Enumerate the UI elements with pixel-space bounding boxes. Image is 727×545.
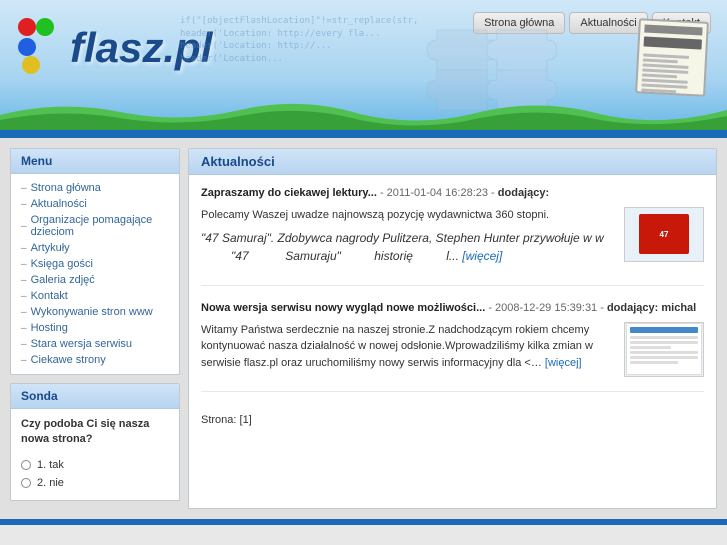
news-thumb-2	[624, 322, 704, 377]
news-with-thumb-1: Polecamy Waszej uwadze najnowszą pozycję…	[201, 207, 704, 272]
np-line	[643, 58, 678, 63]
news-meta-1: - 2011-01-04 16:28:23 -	[380, 187, 498, 199]
dot-green	[36, 18, 54, 36]
sidebar: Menu Strona główna Aktualności Organizac…	[10, 148, 180, 509]
content-area: Aktualności Zapraszamy do ciekawej lektu…	[188, 148, 717, 509]
pagination: Strona: [1]	[201, 406, 704, 426]
dot-yellow	[22, 56, 40, 74]
news-header-2: Nowa wersja serwisu nowy wygląd nowe moż…	[201, 300, 704, 317]
news-title-2: Nowa wersja serwisu nowy wygląd nowe moż…	[201, 302, 485, 314]
news-dodajacy-label-1: dodający:	[498, 187, 549, 199]
news-with-thumb-2: Witamy Państwa serdecznie na naszej stro…	[201, 322, 704, 378]
pagination-label: Strona:	[201, 414, 236, 426]
news-header-1: Zapraszamy do ciekawej lektury... - 2011…	[201, 185, 704, 202]
content-title: Aktualności	[189, 149, 716, 175]
blue-strip	[0, 130, 727, 138]
poll-option-yes[interactable]: 1. tak	[11, 456, 179, 474]
content-body: Zapraszamy do ciekawej lektury... - 2011…	[189, 175, 716, 436]
sidebar-menu: Strona główna Aktualności Organizacje po…	[11, 174, 179, 374]
logo-dots	[18, 18, 54, 78]
np-line	[641, 88, 676, 93]
news-quote-1: "47 Samuraj". Zdobywca nagrody Pulitzera…	[201, 229, 614, 265]
menu-item-guestbook[interactable]: Księga gości	[11, 256, 179, 272]
dot-blue	[18, 38, 36, 56]
dot-red	[18, 18, 36, 36]
poll-title: Sonda	[11, 384, 179, 409]
radio-yes[interactable]	[21, 460, 31, 470]
menu-box: Menu Strona główna Aktualności Organizac…	[10, 148, 180, 375]
news-item-2: Nowa wersja serwisu nowy wygląd nowe moż…	[201, 300, 704, 392]
news-wiecej-1[interactable]: [więcej]	[462, 249, 502, 263]
menu-item-articles[interactable]: Artykuły	[11, 240, 179, 256]
poll-question: Czy podoba Ci się nasza nowa strona?	[11, 409, 179, 456]
header-wave	[0, 100, 727, 130]
news-thumb-1: 47	[624, 207, 704, 262]
footer	[0, 519, 727, 525]
menu-item-hosting[interactable]: Hosting	[11, 320, 179, 336]
header: Strona główna Aktualności Kontakt flasz.…	[0, 0, 727, 130]
radio-no[interactable]	[21, 478, 31, 488]
news-item-1: Zapraszamy do ciekawej lektury... - 2011…	[201, 185, 704, 286]
menu-title: Menu	[11, 149, 179, 174]
news-text-1: Polecamy Waszej uwadze najnowszą pozycję…	[201, 207, 614, 272]
news-meta-2: - 2008-12-29 15:39:31 -	[488, 302, 607, 314]
menu-item-orgs[interactable]: Organizacje pomagające dzieciom	[11, 212, 179, 240]
news-ellipsis-2: <…	[524, 357, 541, 369]
newspaper-lines	[637, 49, 705, 96]
poll-option-no[interactable]: 2. nie	[11, 474, 179, 492]
menu-item-contact[interactable]: Kontakt	[11, 288, 179, 304]
poll-box: Sonda Czy podoba Ci się nasza nowa stron…	[10, 383, 180, 501]
news-dodajacy-2: michal	[661, 302, 696, 314]
thumb-site-icon	[626, 323, 702, 375]
pagination-current[interactable]: [1]	[240, 414, 252, 426]
menu-item-links[interactable]: Ciekawe strony	[11, 352, 179, 368]
news-body-1: Polecamy Waszej uwadze najnowszą pozycję…	[201, 207, 614, 224]
menu-item-oldsite[interactable]: Stara wersja serwisu	[11, 336, 179, 352]
news-wiecej-2[interactable]: [więcej]	[545, 357, 582, 369]
news-body-2: Witamy Państwa serdecznie na naszej stro…	[201, 322, 614, 372]
np-line	[642, 73, 677, 78]
main-container: Menu Strona główna Aktualności Organizac…	[0, 138, 727, 519]
newspaper-icon	[635, 18, 709, 97]
menu-item-news[interactable]: Aktualności	[11, 196, 179, 212]
news-dodajacy-label-2: dodający:	[607, 302, 658, 314]
thumb-book-icon: 47	[639, 214, 689, 254]
menu-item-webdev[interactable]: Wykonywanie stron www	[11, 304, 179, 320]
news-text-2: Witamy Państwa serdecznie na naszej stro…	[201, 322, 614, 378]
menu-item-gallery[interactable]: Galeria zdjęć	[11, 272, 179, 288]
news-title-1: Zapraszamy do ciekawej lektury...	[201, 187, 377, 199]
menu-item-home[interactable]: Strona główna	[11, 180, 179, 196]
